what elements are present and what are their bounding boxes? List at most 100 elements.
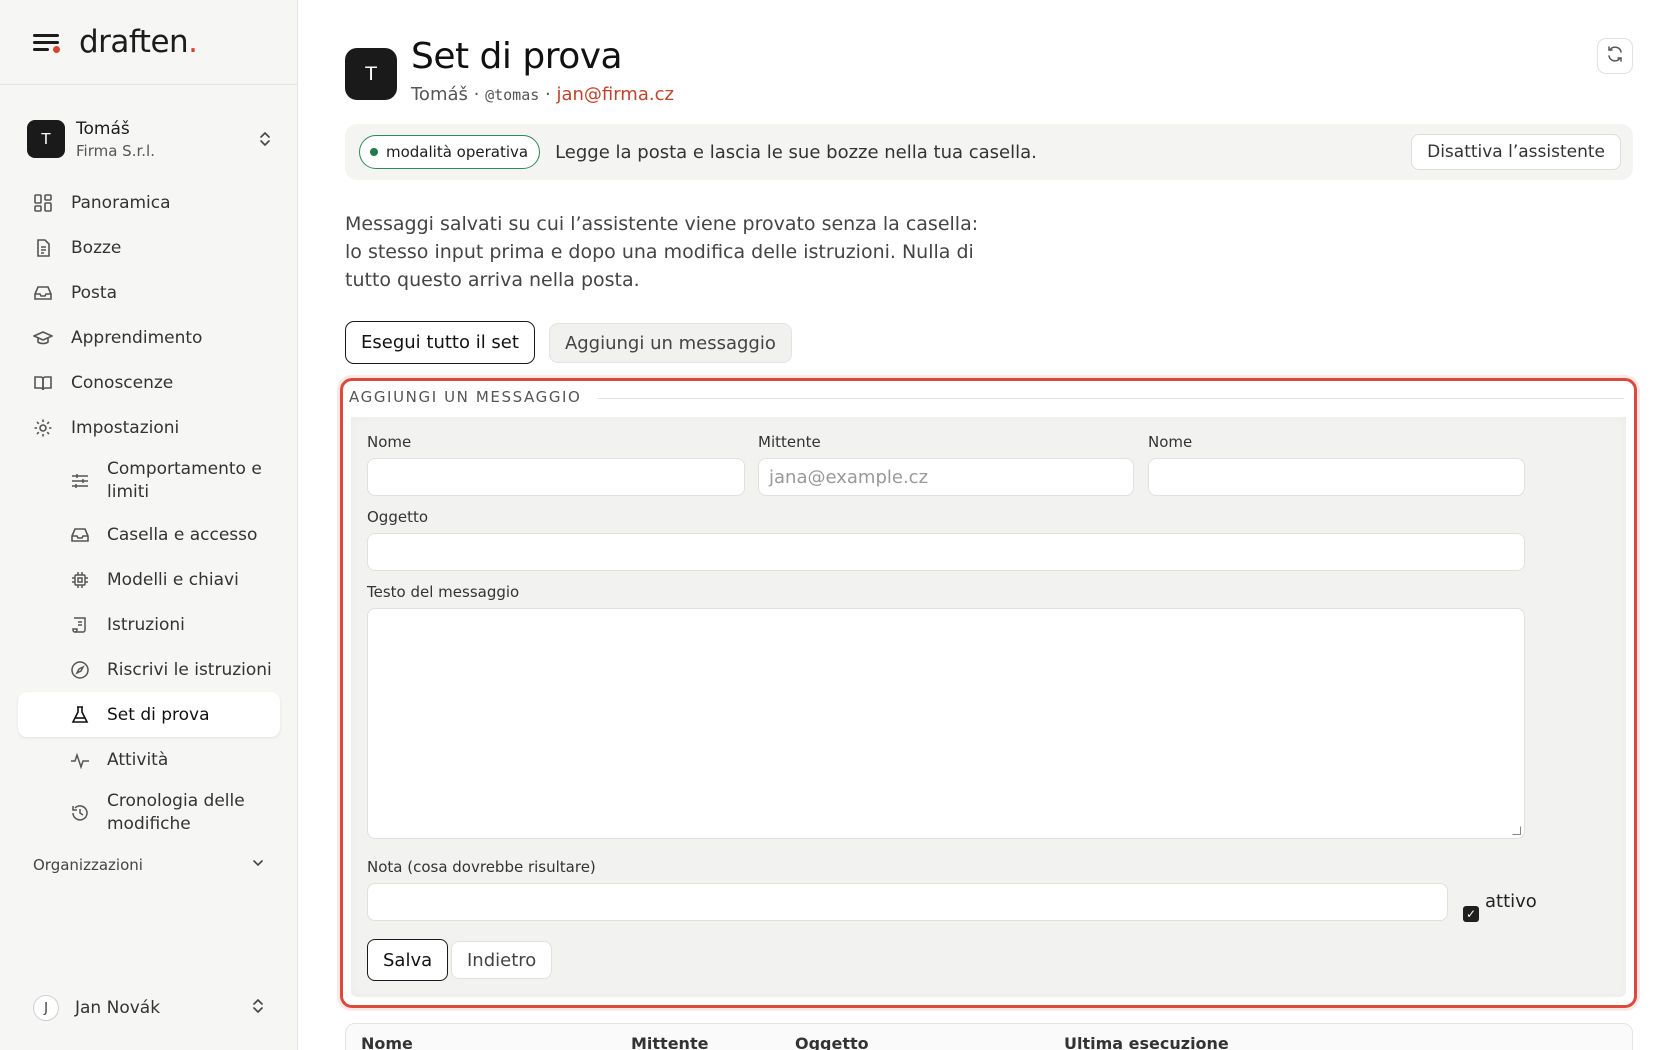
account-org: Firma S.r.l.: [76, 141, 155, 160]
status-description: Legge la posta e lascia le sue bozze nel…: [555, 141, 1037, 163]
user-avatar: J: [33, 995, 59, 1021]
sidebar-item-conoscenze[interactable]: Conoscenze: [18, 360, 280, 405]
sidebar-item-label: Riscrivi le istruzioni: [107, 659, 272, 680]
sidebar-item-label: Cronologia delle modifiche: [107, 791, 245, 834]
status-badge: modalità operativa: [359, 135, 541, 169]
active-checkbox[interactable]: ✓: [1463, 906, 1479, 922]
sidebar-item-modelli[interactable]: Modelli e chiavi: [18, 557, 280, 602]
organizations-label: Organizzazioni: [33, 856, 143, 874]
brand-logo[interactable]: draften.: [79, 24, 198, 60]
intro-text: Messaggi salvati su cui l’assistente vie…: [345, 213, 979, 291]
sliders-icon: [70, 471, 90, 491]
sidebar-nav: Panoramica Bozze Posta Apprendimento Con…: [18, 180, 280, 844]
subject-input[interactable]: [367, 533, 1525, 571]
sidebar-item-bozze[interactable]: Bozze: [18, 225, 280, 270]
body-textarea[interactable]: [367, 608, 1525, 839]
inbox-icon: [33, 283, 53, 303]
disable-assistant-button[interactable]: Disattiva l’assistente: [1411, 134, 1621, 170]
assistant-meta: Tomáš · @tomas · jan@firma.cz: [411, 84, 674, 105]
column-header[interactable]: Mittente: [631, 1034, 708, 1050]
sender-name-input[interactable]: [1148, 458, 1525, 496]
refresh-icon: [1606, 45, 1624, 67]
form-legend: AGGIUNGI UN MESSAGGIO: [349, 388, 598, 406]
user-menu[interactable]: J Jan Novák: [33, 995, 265, 1021]
activity-icon: [70, 750, 90, 770]
sidebar-item-posta[interactable]: Posta: [18, 270, 280, 315]
chevron-updown-icon: [251, 996, 265, 1021]
assistant-avatar: T: [345, 48, 397, 100]
book-icon: [33, 373, 53, 393]
save-button[interactable]: Salva: [367, 939, 449, 981]
sidebar-item-label: Istruzioni: [107, 614, 185, 635]
sidebar-item-riscrivi[interactable]: Riscrivi le istruzioni: [18, 647, 280, 692]
sidebar-item-impostazioni[interactable]: Impostazioni: [18, 405, 280, 450]
sidebar-item-panoramica[interactable]: Panoramica: [18, 180, 280, 225]
sender-label: Mittente: [758, 433, 821, 451]
back-button[interactable]: Indietro: [451, 941, 553, 979]
column-header[interactable]: Oggetto: [795, 1034, 869, 1050]
chevron-down-icon: [251, 856, 265, 874]
active-label: attivo: [1485, 891, 1537, 912]
note-label: Nota (cosa dovrebbe risultare): [367, 858, 596, 876]
refresh-button[interactable]: [1597, 38, 1633, 74]
account-name: Tomáš: [76, 118, 130, 139]
sidebar-item-comportamento[interactable]: Comportamento e limiti: [18, 450, 280, 512]
sidebar-item-label: Panoramica: [71, 192, 171, 213]
owner-name: Tomáš: [411, 84, 468, 105]
status-dot: [370, 148, 378, 156]
sidebar-item-cronologia[interactable]: Cronologia delle modifiche: [18, 782, 280, 844]
user-name: Jan Novák: [75, 998, 161, 1018]
menu-icon[interactable]: [33, 32, 60, 53]
sidebar-item-label: Impostazioni: [71, 417, 180, 438]
sidebar-item-label: Conoscenze: [71, 372, 174, 393]
sidebar-item-label: Set di prova: [107, 704, 210, 725]
sidebar-item-apprendimento[interactable]: Apprendimento: [18, 315, 280, 360]
scroll-icon: [70, 615, 90, 635]
sender-name-label: Nome: [1148, 433, 1193, 451]
compass-icon: [70, 660, 90, 680]
chip-icon: [70, 570, 90, 590]
sidebar-item-set-di-prova[interactable]: Set di prova: [18, 692, 280, 737]
account-switcher[interactable]: T Tomáš Firma S.r.l.: [27, 115, 272, 163]
actions-row: Esegui tutto il set Aggiungi un messaggi…: [345, 321, 792, 364]
page-title: Set di prova: [411, 36, 623, 77]
grid-icon: [33, 193, 53, 213]
sidebar-item-label: Comportamento e limiti: [107, 459, 262, 502]
owner-email[interactable]: jan@firma.cz: [556, 84, 674, 105]
name-input[interactable]: [367, 458, 745, 496]
name-label: Nome: [367, 433, 412, 451]
sidebar-item-label: Posta: [71, 282, 117, 303]
sidebar-item-label: Attività: [107, 749, 169, 770]
legend-divider: [588, 398, 1624, 399]
form-body: Nome Mittente jana@example.cz Nome Ogget…: [351, 417, 1626, 997]
account-avatar: T: [27, 120, 65, 158]
sidebar-item-label: Modelli e chiavi: [107, 569, 239, 590]
inbox-icon: [70, 525, 90, 545]
document-icon: [33, 238, 53, 258]
organizations-toggle[interactable]: Organizzazioni: [33, 856, 265, 874]
sidebar: draften. T Tomáš Firma S.r.l. Panoramica…: [0, 0, 298, 1050]
subject-label: Oggetto: [367, 508, 429, 526]
add-message-form: AGGIUNGI UN MESSAGGIO Nome Mittente jana…: [340, 378, 1637, 1008]
run-all-button[interactable]: Esegui tutto il set: [345, 321, 535, 364]
chevron-updown-icon: [258, 129, 272, 149]
history-icon: [70, 803, 90, 823]
sidebar-item-attivita[interactable]: Attività: [18, 737, 280, 782]
add-message-button[interactable]: Aggiungi un messaggio: [548, 323, 792, 363]
resize-handle-icon[interactable]: [1512, 826, 1521, 835]
column-header[interactable]: Ultima esecuzione: [1064, 1034, 1229, 1050]
tests-table-header: Nome Mittente Oggetto Ultima esecuzione: [345, 1023, 1633, 1050]
sidebar-item-casella[interactable]: Casella e accesso: [18, 512, 280, 557]
flask-icon: [70, 705, 90, 725]
note-input[interactable]: [367, 883, 1448, 921]
status-bar: modalità operativa Legge la posta e lasc…: [345, 124, 1633, 180]
graduation-cap-icon: [33, 328, 53, 348]
sender-input[interactable]: jana@example.cz: [758, 458, 1134, 496]
owner-handle: @tomas: [485, 86, 540, 104]
column-header[interactable]: Nome: [361, 1034, 413, 1050]
body-label: Testo del messaggio: [367, 583, 520, 601]
sidebar-item-label: Casella e accesso: [107, 524, 258, 545]
sidebar-item-label: Apprendimento: [71, 327, 203, 348]
brand-bar: draften.: [0, 0, 297, 85]
sidebar-item-istruzioni[interactable]: Istruzioni: [18, 602, 280, 647]
